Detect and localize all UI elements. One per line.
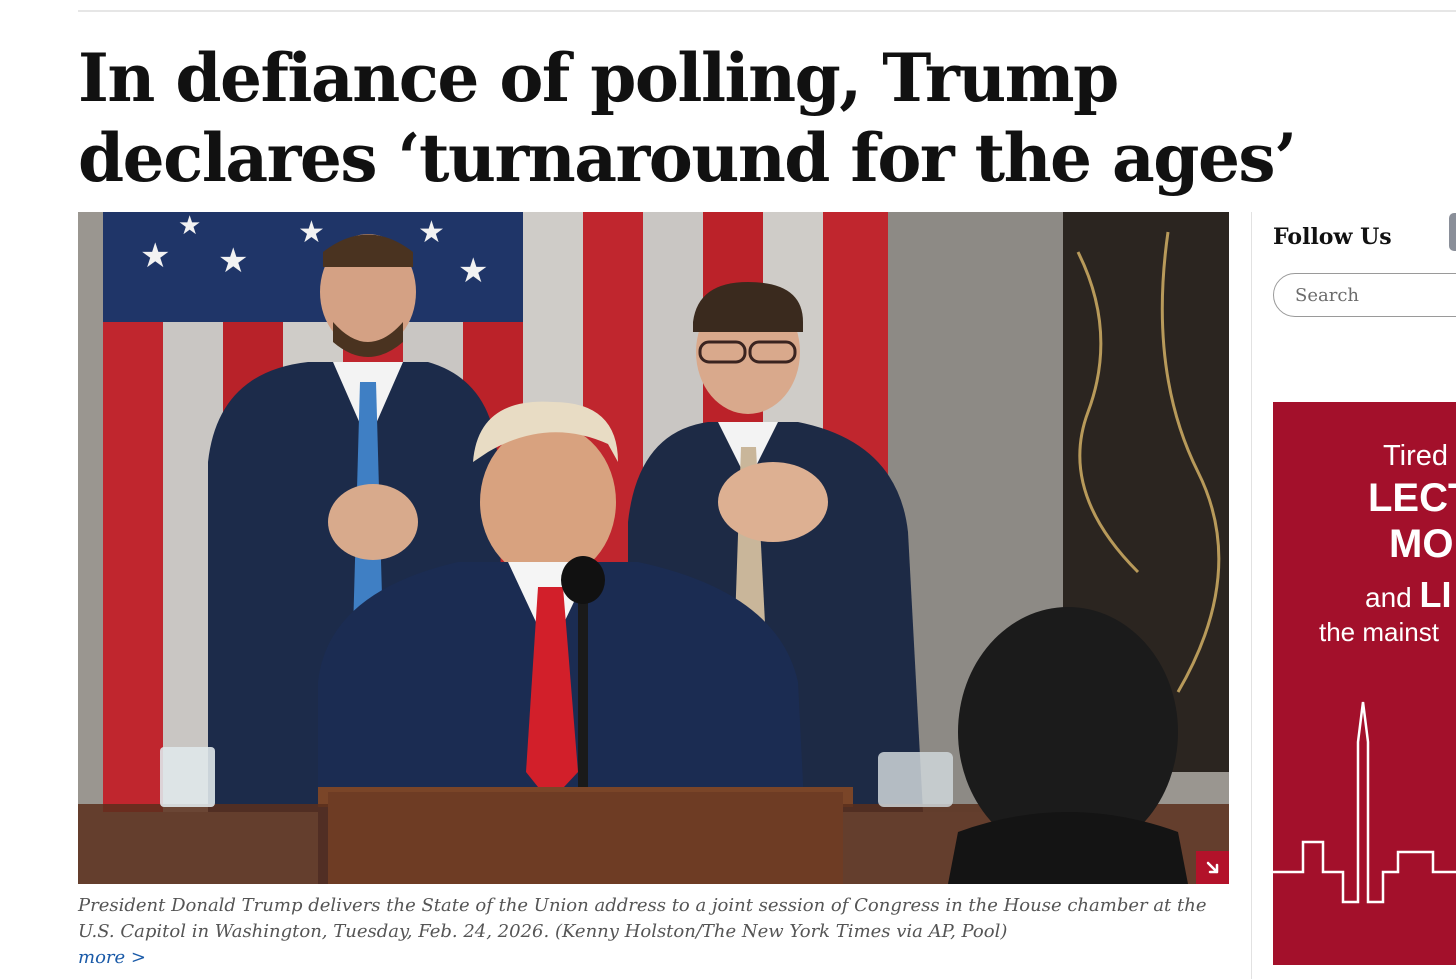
- photo-illustration: ★ ★ ★ ★ ★ ★: [78, 212, 1229, 884]
- svg-text:★: ★: [418, 215, 445, 250]
- svg-text:★: ★: [178, 212, 201, 241]
- top-divider: [78, 10, 1456, 12]
- expand-arrow-icon: [1206, 861, 1218, 873]
- social-icon[interactable]: [1449, 213, 1456, 251]
- article-photo[interactable]: ★ ★ ★ ★ ★ ★: [78, 212, 1229, 884]
- expand-photo-button[interactable]: [1196, 851, 1229, 884]
- photo-caption: President Donald Trump delivers the Stat…: [78, 895, 1207, 942]
- caption-more-link[interactable]: more >: [78, 945, 146, 971]
- sidebar-advertisement[interactable]: Tired LECT MO and LI the mainst: [1273, 402, 1456, 965]
- capitol-skyline-graphic: [1273, 701, 1456, 904]
- article-headline: In defiance of polling, Trump declares ‘…: [78, 39, 1297, 197]
- svg-text:★: ★: [298, 215, 325, 250]
- search-input[interactable]: [1273, 273, 1456, 317]
- svg-text:★: ★: [458, 251, 488, 291]
- svg-text:★: ★: [218, 241, 248, 281]
- follow-us-heading: Follow Us: [1273, 224, 1392, 250]
- svg-text:★: ★: [140, 236, 170, 276]
- sidebar-divider: [1251, 212, 1252, 979]
